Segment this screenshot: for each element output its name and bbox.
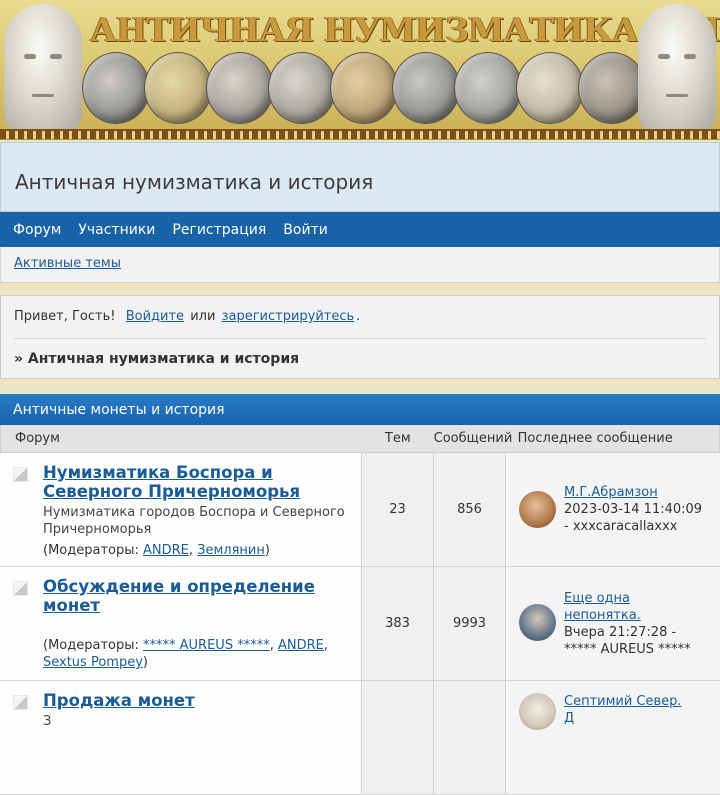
greeting-text: Привет, Гость! (14, 309, 116, 324)
coins-strip-image (82, 52, 646, 126)
board-topics-count (362, 681, 434, 794)
col-topics: Тем (384, 431, 411, 446)
nav-members[interactable]: Участники (78, 222, 155, 238)
moderator-link[interactable]: ***** AUREUS ***** (143, 638, 270, 653)
board-status-icon (13, 581, 28, 596)
column-headers: Форум Тем Сообщений Последнее сообщение (0, 425, 720, 453)
moderator-link[interactable]: Sextus Pompey (43, 655, 143, 670)
breadcrumb[interactable]: » Античная нумизматика и история (14, 338, 706, 367)
board-topics-count: 383 (362, 567, 434, 680)
subnav: Активные темы (0, 247, 720, 283)
board-last-post: Еще одна непонятка. Вчера 21:27:28 - ***… (506, 567, 720, 680)
coin-image (82, 52, 150, 124)
board-posts-count: 856 (434, 453, 506, 566)
last-post-time: Вчера 21:27:28 - (564, 624, 677, 640)
register-link[interactable]: зарегистрируйтесь (222, 309, 355, 324)
coin-image (392, 52, 460, 124)
board-title-link[interactable]: Нумизматика Боспора и Северного Причерно… (43, 463, 351, 501)
board-last-post: Септимий Север. Д (506, 681, 720, 794)
login-link[interactable]: Войдите (126, 309, 184, 324)
col-last-post: Последнее сообщение (517, 431, 673, 446)
last-post-link[interactable]: М.Г.Абрамзон (564, 484, 702, 501)
coin-image (578, 52, 646, 124)
board-info: Нумизматика Боспора и Северного Причерно… (0, 453, 362, 566)
board-moderators: (Модераторы: ANDRE, Землянин) (43, 543, 270, 558)
col-posts: Сообщений (433, 431, 513, 446)
forum-category: Античные монеты и история Форум Тем Сооб… (0, 394, 720, 795)
category-title[interactable]: Античные монеты и история (0, 394, 720, 425)
board-info: Обсуждение и определение монет (Модерато… (0, 567, 362, 680)
moderator-link[interactable]: Землянин (197, 543, 265, 558)
last-post-link[interactable]: Еще одна непонятка. (564, 590, 691, 624)
board-title-link[interactable]: Продажа монет (43, 691, 351, 710)
last-post-time: 2023-03-14 11:40:09 (564, 502, 703, 517)
period-text: . (356, 309, 361, 324)
coin-image (454, 52, 522, 124)
board-status-icon (13, 695, 28, 710)
coin-image (206, 52, 274, 124)
board-row: Нумизматика Боспора и Северного Причерно… (0, 453, 720, 567)
board-moderators: (Модераторы: ***** AUREUS *****, ANDRE, … (43, 638, 328, 670)
board-description: Нумизматика городов Боспора и Северного … (43, 505, 345, 537)
avatar[interactable] (519, 693, 556, 730)
board-posts-count (434, 681, 506, 794)
board-row: Обсуждение и определение монет (Модерато… (0, 567, 720, 681)
last-post-link[interactable]: Септимий Север. Д (564, 693, 682, 727)
banner-title: АНТИЧНАЯ НУМИЗМАТИКА И ИСТОРИЯ (90, 10, 720, 49)
board-row: Продажа монет З Септимий Север. Д (0, 681, 720, 795)
nav-forum[interactable]: Форум (13, 222, 61, 238)
greeting-line: Привет, Гость! Войдите или зарегистрируй… (14, 309, 706, 324)
board-title-link[interactable]: Обсуждение и определение монет (43, 577, 351, 615)
col-forum: Форум (15, 431, 60, 446)
coin-image (268, 52, 336, 124)
last-post-author: ***** AUREUS ***** (564, 641, 691, 657)
coin-image (330, 52, 398, 124)
bust-image (638, 4, 716, 132)
site-title[interactable]: Античная нумизматика и история (15, 170, 373, 194)
nav-register[interactable]: Регистрация (172, 222, 266, 238)
moderator-link[interactable]: ANDRE (278, 638, 324, 653)
board-posts-count: 9993 (434, 567, 506, 680)
coin-image (144, 52, 212, 124)
nav-login[interactable]: Войти (283, 222, 328, 238)
moderator-link[interactable]: ANDRE (143, 543, 189, 558)
board-status-icon (13, 467, 28, 482)
or-text: или (190, 309, 216, 324)
avatar[interactable] (519, 491, 556, 528)
last-post-author: - xxxcaracallaxxx (564, 519, 678, 534)
avatar[interactable] (519, 603, 556, 641)
meander-border (0, 129, 720, 139)
coin-image (516, 52, 584, 124)
board-info: Продажа монет З (0, 681, 362, 794)
caesar-bust-image (4, 4, 82, 132)
board-last-post: М.Г.Абрамзон 2023-03-14 11:40:09 - xxxca… (506, 453, 720, 566)
site-banner[interactable]: АНТИЧНАЯ НУМИЗМАТИКА И ИСТОРИЯ (0, 0, 720, 140)
site-header: Античная нумизматика и история (0, 142, 720, 212)
main-nav: Форум Участники Регистрация Войти (0, 212, 720, 247)
board-description: З (43, 714, 52, 729)
active-topics-link[interactable]: Активные темы (14, 256, 121, 271)
welcome-panel: Привет, Гость! Войдите или зарегистрируй… (0, 295, 720, 379)
board-topics-count: 23 (362, 453, 434, 566)
